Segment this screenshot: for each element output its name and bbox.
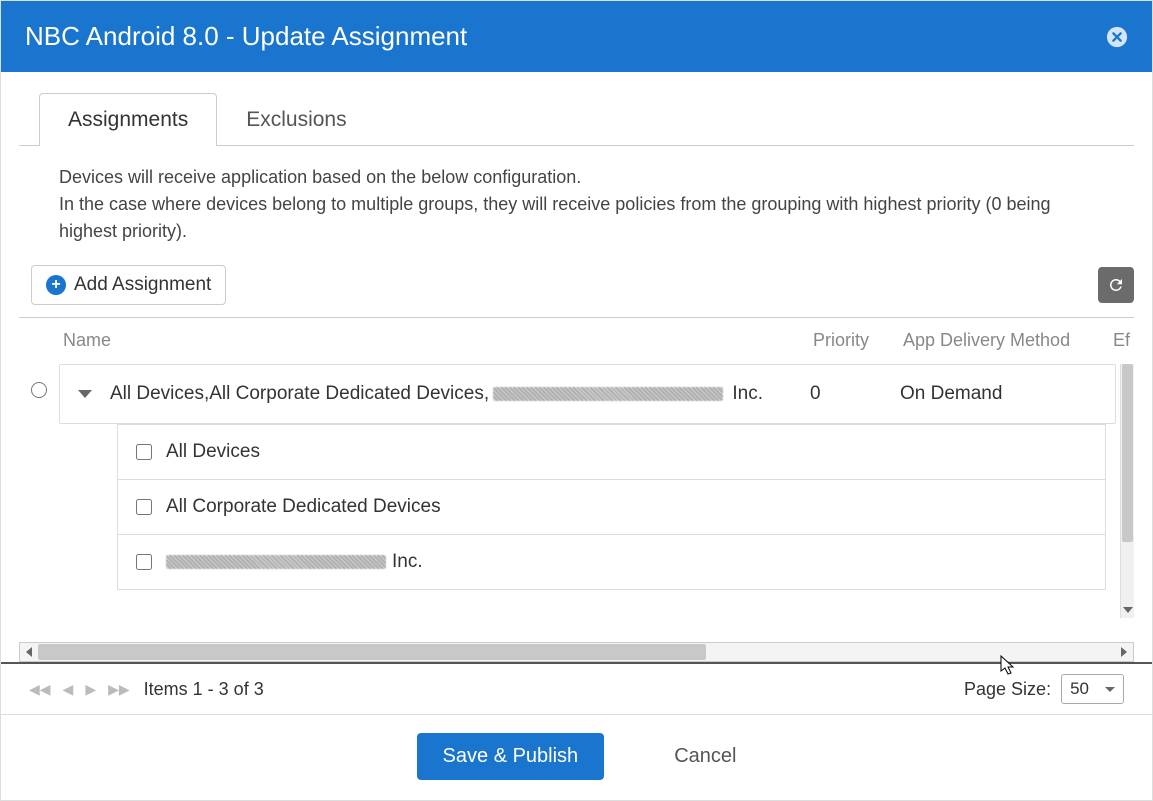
redacted-text (166, 555, 386, 569)
page-size-select[interactable]: 50 (1061, 674, 1124, 704)
add-assignment-button[interactable]: + Add Assignment (31, 265, 226, 305)
description-text: Devices will receive application based o… (1, 146, 1152, 265)
tabs: Assignments Exclusions (19, 92, 1134, 146)
col-header-priority[interactable]: Priority (813, 330, 903, 351)
sub-row-checkbox[interactable] (136, 499, 152, 515)
first-page-button[interactable]: ◀◀ (29, 681, 51, 698)
sub-row-label: All Corporate Dedicated Devices (166, 496, 441, 518)
sub-rows: All Devices All Corporate Dedicated Devi… (117, 424, 1106, 590)
col-header-method[interactable]: App Delivery Method (903, 330, 1113, 351)
modal-footer: Save & Publish Cancel (1, 715, 1152, 800)
pager-right: Page Size: 50 (964, 674, 1124, 704)
close-icon[interactable] (1106, 26, 1128, 48)
tab-exclusions[interactable]: Exclusions (217, 93, 375, 146)
list-item[interactable]: Inc. (118, 535, 1105, 590)
chevron-down-icon (78, 390, 92, 398)
tabs-container: Assignments Exclusions (1, 72, 1152, 146)
items-count: Items 1 - 3 of 3 (144, 679, 264, 700)
list-item[interactable]: All Devices (118, 424, 1105, 480)
scroll-down-arrow[interactable] (1121, 604, 1134, 616)
pager: ◀◀ ◀ ▶ ▶▶ Items 1 - 3 of 3 Page Size: 50 (1, 662, 1152, 715)
modal-title: NBC Android 8.0 - Update Assignment (25, 21, 467, 52)
tab-assignments[interactable]: Assignments (39, 93, 217, 146)
row-priority: 0 (810, 383, 900, 405)
description-line-2: In the case where devices belong to mult… (59, 191, 1094, 245)
modal-dialog: NBC Android 8.0 - Update Assignment Assi… (0, 0, 1153, 801)
horizontal-scrollbar[interactable] (19, 642, 1134, 662)
add-assignment-label: Add Assignment (74, 274, 211, 296)
sub-row-checkbox[interactable] (136, 444, 152, 460)
page-size-value: 50 (1070, 679, 1089, 699)
row-radio[interactable] (31, 382, 47, 398)
redacted-text (493, 387, 723, 401)
modal-body: Assignments Exclusions Devices will rece… (1, 72, 1152, 715)
next-page-button[interactable]: ▶ (85, 681, 96, 698)
toolbar: + Add Assignment (1, 265, 1152, 317)
assignments-table: Name Priority App Delivery Method Ef All… (19, 317, 1134, 642)
description-line-1: Devices will receive application based o… (59, 164, 1094, 191)
row-method: On Demand (900, 383, 1100, 405)
sub-row-label: All Devices (166, 441, 260, 463)
list-item[interactable]: All Corporate Dedicated Devices (118, 480, 1105, 535)
last-page-button[interactable]: ▶▶ (108, 681, 130, 698)
col-header-ext[interactable]: Ef (1113, 330, 1134, 351)
scroll-left-arrow[interactable] (20, 643, 38, 661)
table-header-row: Name Priority App Delivery Method Ef (19, 318, 1134, 364)
scrollbar-thumb[interactable] (1122, 364, 1133, 542)
chevron-down-icon (1105, 687, 1115, 692)
expand-toggle[interactable] (60, 390, 110, 398)
pager-nav: ◀◀ ◀ ▶ ▶▶ (29, 681, 130, 698)
modal-header: NBC Android 8.0 - Update Assignment (1, 1, 1152, 72)
scrollbar-track[interactable] (38, 643, 1115, 661)
cancel-button[interactable]: Cancel (674, 745, 736, 768)
plus-icon: + (46, 275, 66, 295)
scroll-right-arrow[interactable] (1115, 643, 1133, 661)
scrollbar-thumb[interactable] (38, 644, 706, 660)
vertical-scrollbar[interactable] (1120, 364, 1134, 618)
sub-row-checkbox[interactable] (136, 554, 152, 570)
refresh-button[interactable] (1098, 267, 1134, 303)
row-name: All Devices,All Corporate Dedicated Devi… (110, 383, 810, 405)
col-header-name[interactable]: Name (63, 330, 813, 351)
prev-page-button[interactable]: ◀ (63, 681, 74, 698)
save-publish-button[interactable]: Save & Publish (417, 733, 605, 780)
page-size-label: Page Size: (964, 679, 1051, 700)
row-radio-cell (19, 382, 59, 398)
table-row[interactable]: All Devices,All Corporate Dedicated Devi… (59, 364, 1116, 424)
sub-row-label: Inc. (392, 551, 423, 573)
pager-left: ◀◀ ◀ ▶ ▶▶ Items 1 - 3 of 3 (29, 679, 264, 700)
